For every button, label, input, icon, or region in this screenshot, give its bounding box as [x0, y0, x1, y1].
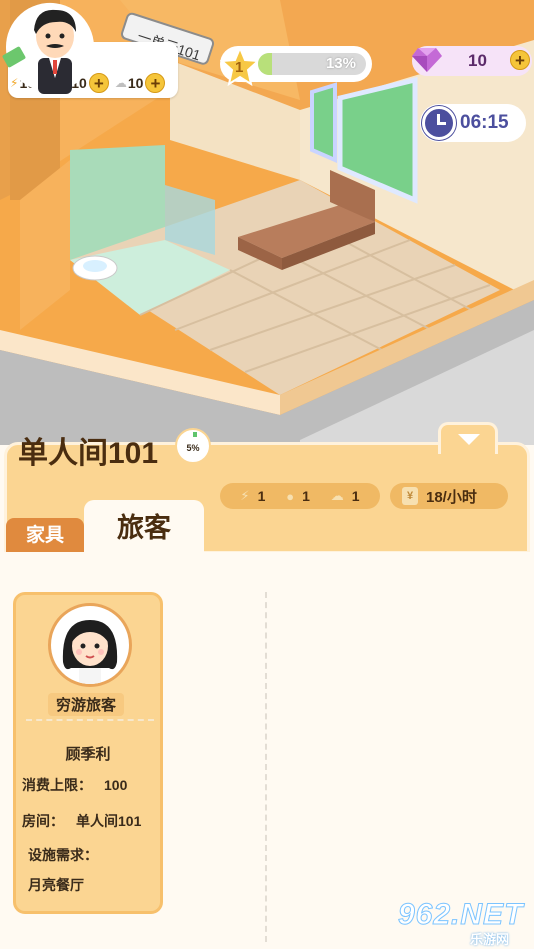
gas-resource: ☁ 10 +	[115, 73, 166, 93]
spending-limit-value: 100	[104, 777, 128, 793]
add-gas-button[interactable]: +	[145, 73, 166, 93]
spending-limit-label: 消费上限：	[22, 777, 92, 793]
level-progress-bar: 13%	[258, 53, 366, 75]
game-clock: 06:15	[420, 104, 526, 142]
room-row: 房间： 单人间101	[22, 811, 141, 831]
facility-value: 月亮餐厅	[28, 877, 84, 893]
guest-type: 穷游旅客	[48, 693, 125, 716]
tab-content: 穷游旅客 顾季利 消费上限： 100 房间： 单人间101 设施需求： 月亮餐厅	[0, 552, 534, 949]
gas-value: 10	[127, 75, 144, 91]
add-gems-button[interactable]: +	[510, 50, 530, 70]
room-electricity: ⚡ 1	[240, 488, 265, 504]
guest-avatar-icon	[62, 620, 118, 684]
room-electricity-value: 1	[257, 488, 266, 504]
avatar	[48, 603, 132, 687]
watermark-logo: 962.NET 乐游网	[394, 898, 530, 948]
chevron-down-icon	[458, 434, 480, 445]
guest-name: 顾季利	[65, 746, 111, 763]
room-title: 单人间101	[18, 437, 159, 470]
watermark-sub: 乐游网	[470, 932, 510, 947]
tab-furniture[interactable]: 家具	[6, 518, 84, 552]
watermark-main: 962.NET	[397, 898, 524, 932]
divider	[265, 592, 267, 942]
gem-value: 10	[468, 51, 487, 70]
room-rate: ¥ 18/小时	[390, 483, 508, 509]
gem-panel: 10 +	[412, 46, 532, 76]
clock-icon	[422, 106, 456, 140]
room-rate-value: 18/小时	[426, 488, 477, 506]
occupancy-badge: 5%	[175, 428, 211, 464]
level-progress-text: 13%	[325, 55, 356, 72]
card-divider	[26, 719, 154, 721]
facility-label: 设施需求：	[28, 847, 98, 863]
collapse-panel-button[interactable]	[438, 422, 498, 454]
water-drop-icon: ●	[286, 488, 295, 504]
money-icon: ¥	[402, 487, 418, 505]
room-gas: ☁ 1	[331, 488, 360, 504]
tab-guest[interactable]: 旅客	[84, 500, 204, 554]
room-consumption: ⚡ 1 ● 1 ☁ 1	[220, 483, 380, 509]
room-value: 单人间101	[76, 813, 142, 829]
clock-time: 06:15	[460, 112, 509, 133]
room-gas-value: 1	[351, 488, 360, 504]
game-scene[interactable]: 一单元101 ¥ 628 ⚡ 10 + ● 10 + ☁ 10 +	[0, 0, 534, 445]
cloud-icon: ☁	[330, 488, 344, 503]
level-progress[interactable]: 1 13%	[220, 46, 372, 87]
gem-icon	[412, 48, 442, 72]
occupancy-indicator	[193, 432, 197, 437]
level-number: 1	[235, 59, 244, 76]
room-water-value: 1	[302, 488, 310, 504]
room-water: ● 1	[286, 488, 310, 504]
lightning-icon: ⚡	[240, 488, 250, 503]
manager-character[interactable]	[0, 0, 104, 100]
room-label: 房间：	[22, 813, 64, 829]
occupancy-value: 5%	[186, 443, 200, 453]
level-progress-fill	[258, 53, 273, 75]
cloud-icon: ☁	[114, 76, 127, 90]
guest-card[interactable]: 穷游旅客 顾季利 消费上限： 100 房间： 单人间101 设施需求： 月亮餐厅	[13, 592, 163, 914]
spending-limit-row: 消费上限： 100	[22, 775, 127, 795]
